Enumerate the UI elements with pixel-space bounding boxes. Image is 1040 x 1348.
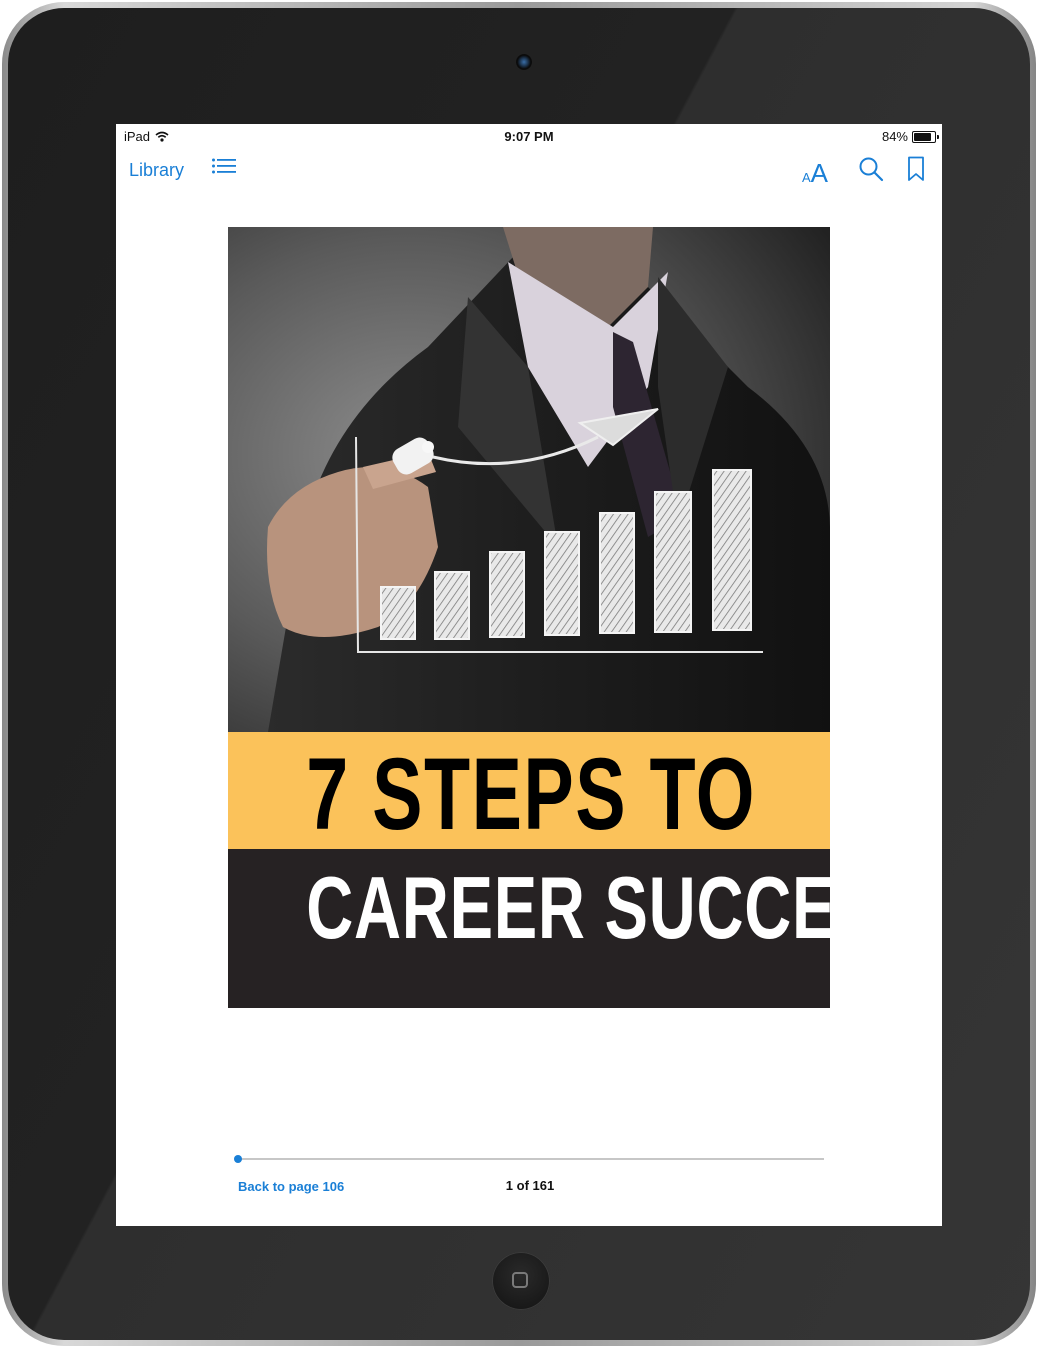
page-progress-slider[interactable] — [234, 1155, 824, 1163]
reader-toolbar: Library AA — [116, 152, 942, 192]
home-square-icon — [512, 1272, 528, 1288]
battery-tip — [937, 134, 939, 139]
page-indicator: 1 of 161 — [505, 1178, 555, 1193]
back-to-page-link[interactable]: Back to page 106 — [238, 1179, 344, 1194]
status-right: 84% — [881, 129, 939, 144]
battery-fill — [914, 132, 931, 141]
cover-title-band-top: 7 STEPS TO — [228, 732, 830, 849]
device-bezel: iPad 9:07 PM 84% Library AA 7 STEPS TO C… — [8, 8, 1030, 1340]
library-button[interactable]: Library — [129, 160, 184, 181]
font-size-icon[interactable]: AA — [802, 158, 828, 189]
bookmark-icon[interactable] — [906, 156, 926, 187]
battery-icon — [912, 130, 939, 143]
screen: iPad 9:07 PM 84% Library AA 7 STEPS TO C… — [116, 124, 942, 1226]
cover-title-band-bottom: CAREER SUCCESS — [228, 849, 830, 1008]
cover-title-line-1: 7 STEPS TO — [306, 737, 756, 849]
front-camera — [516, 54, 532, 70]
battery-percent: 84% — [881, 129, 908, 144]
home-button[interactable] — [492, 1252, 550, 1310]
status-time: 9:07 PM — [504, 129, 554, 144]
font-size-small-glyph: A — [802, 170, 811, 185]
book-cover[interactable]: 7 STEPS TO CAREER SUCCESS — [228, 227, 830, 1008]
progress-knob[interactable] — [234, 1155, 242, 1163]
ipad-device-frame: iPad 9:07 PM 84% Library AA 7 STEPS TO C… — [2, 2, 1036, 1346]
status-bar: iPad 9:07 PM 84% — [116, 124, 942, 148]
font-size-large-glyph: A — [810, 158, 829, 188]
cover-title-line-2: CAREER SUCCESS — [306, 858, 830, 957]
search-icon[interactable] — [858, 156, 884, 187]
cover-photo — [228, 227, 830, 732]
list-icon[interactable] — [211, 156, 237, 183]
